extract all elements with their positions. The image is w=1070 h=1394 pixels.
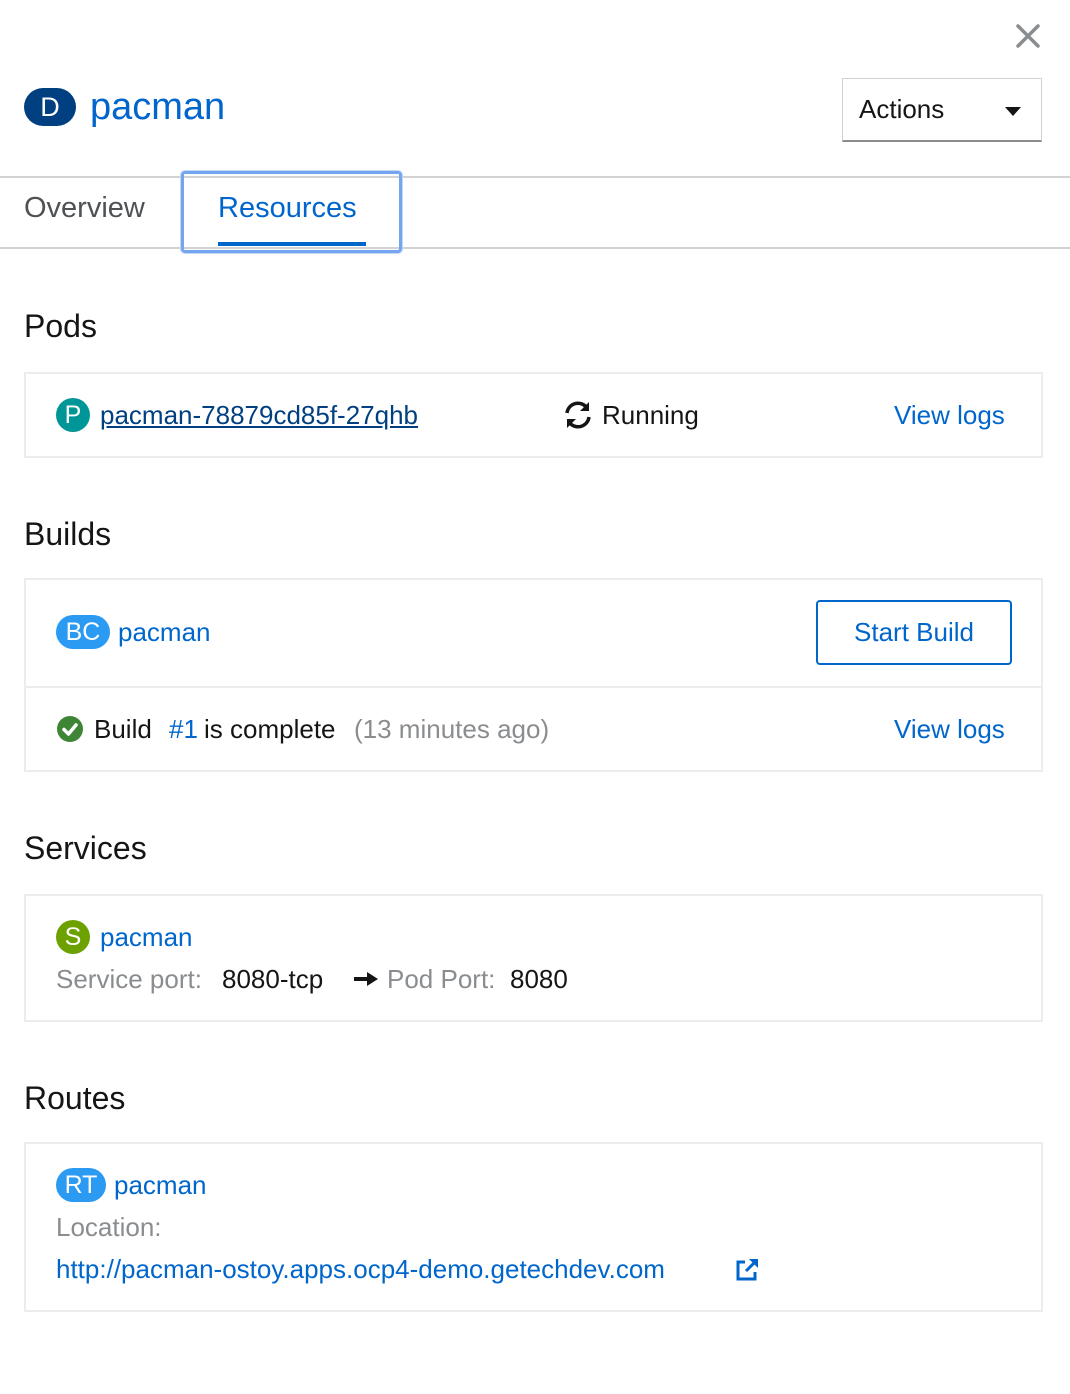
actions-dropdown[interactable]: Actions bbox=[842, 78, 1042, 142]
check-circle-icon bbox=[57, 716, 83, 742]
service-port-value: 8080-tcp bbox=[222, 964, 324, 994]
service-port-label: Service port: bbox=[56, 964, 202, 994]
close-button[interactable] bbox=[1010, 18, 1046, 54]
tab-overview[interactable]: Overview bbox=[24, 192, 145, 225]
build-state: is complete bbox=[204, 714, 336, 744]
external-link-icon[interactable] bbox=[734, 1257, 760, 1283]
build-view-logs-link[interactable]: View logs bbox=[894, 712, 1005, 746]
pod-status: Running bbox=[602, 400, 699, 430]
arrow-right-icon bbox=[354, 972, 378, 986]
route-location-label: Location: bbox=[56, 1212, 162, 1242]
deployment-badge: D bbox=[24, 88, 76, 126]
pod-view-logs-link[interactable]: View logs bbox=[894, 398, 1005, 432]
buildconfig-name-link[interactable]: pacman bbox=[118, 615, 211, 649]
tabs-top-divider bbox=[0, 176, 1070, 178]
active-tab-indicator bbox=[218, 242, 366, 246]
pod-badge: P bbox=[56, 398, 90, 432]
start-build-button[interactable]: Start Build bbox=[816, 600, 1012, 665]
builds-heading: Builds bbox=[24, 516, 112, 552]
buildconfig-badge: BC bbox=[56, 615, 110, 649]
pods-heading: Pods bbox=[24, 308, 97, 344]
service-name-link[interactable]: pacman bbox=[100, 920, 193, 954]
build-number-link[interactable]: #1 bbox=[169, 712, 198, 746]
close-icon bbox=[1016, 24, 1040, 48]
tab-resources-label: Resources bbox=[218, 192, 357, 224]
actions-label: Actions bbox=[859, 94, 945, 124]
pod-port-value: 8080 bbox=[510, 964, 568, 994]
builds-card-divider bbox=[24, 686, 1043, 688]
page-title[interactable]: pacman bbox=[90, 84, 225, 130]
pod-port-label: Pod Port: bbox=[387, 964, 496, 994]
route-name-link[interactable]: pacman bbox=[114, 1168, 207, 1202]
caret-down-icon bbox=[1005, 106, 1021, 116]
build-word: Build bbox=[94, 714, 152, 744]
route-badge: RT bbox=[56, 1168, 106, 1202]
routes-heading: Routes bbox=[24, 1080, 126, 1116]
sync-icon bbox=[565, 401, 591, 429]
service-badge: S bbox=[56, 920, 90, 954]
services-heading: Services bbox=[24, 830, 147, 866]
build-age: (13 minutes ago) bbox=[354, 714, 550, 744]
route-url-link[interactable]: http://pacman-ostoy.apps.ocp4-demo.getec… bbox=[56, 1252, 665, 1286]
services-card bbox=[24, 894, 1043, 1022]
tabs-bottom-divider bbox=[0, 247, 1070, 249]
pod-name-link[interactable]: pacman-78879cd85f-27qhb bbox=[100, 398, 418, 432]
